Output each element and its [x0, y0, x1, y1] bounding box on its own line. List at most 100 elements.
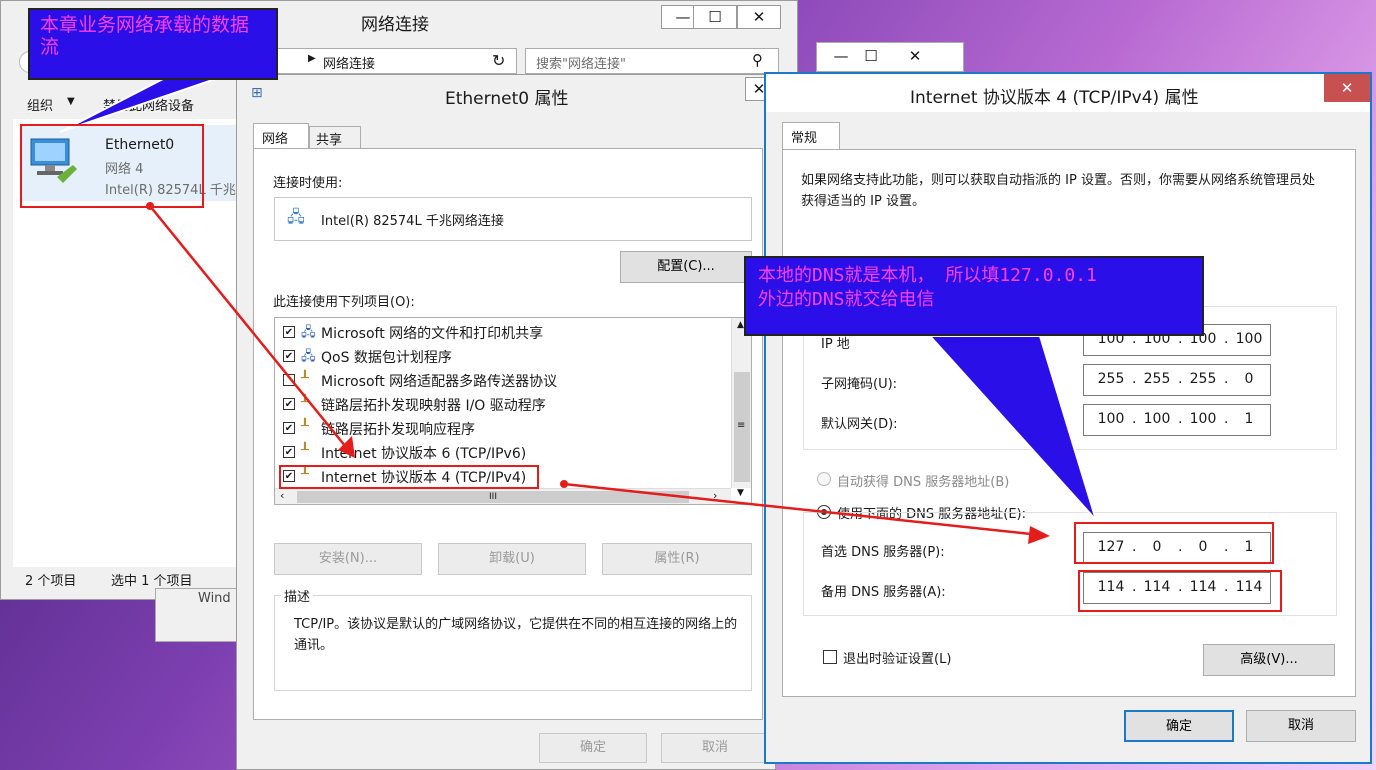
refresh-icon[interactable]: ↻ [492, 51, 505, 70]
background-window: Wind [155, 588, 245, 642]
list-item[interactable]: 🖧 QoS 数据包计划程序 [281, 345, 721, 367]
list-item[interactable]: ┸ Internet 协议版本 6 (TCP/IPv6) [281, 441, 721, 463]
item-checkbox[interactable] [283, 326, 295, 338]
callout2-line1: 本地的DNS就是本机， 所以填127.0.0.1 [758, 265, 1097, 286]
description-group: 描述 TCP/IP。该协议是默认的广域网络协议，它提供在不同的相互连接的网络上的… [274, 586, 752, 691]
description-text: TCP/IP。该协议是默认的广域网络协议，它提供在不同的相互连接的网络上的通讯。 [294, 617, 738, 653]
callout2-line2: 外边的DNS就交给电信 [758, 289, 935, 310]
item-label: 链路层拓扑发现响应程序 [321, 422, 475, 438]
properties-button[interactable]: 属性(R) [602, 543, 752, 575]
breadcrumb-current[interactable]: 网络连接 [323, 53, 375, 72]
scroll-down-icon[interactable]: ▼ [737, 488, 744, 498]
ghost-maximize-button[interactable]: ☐ [849, 45, 893, 69]
advanced-button[interactable]: 高级(V)... [1203, 644, 1335, 676]
alternate-dns-label: 备用 DNS 服务器(A): [821, 585, 946, 600]
ipv4-close-button[interactable]: ✕ [1324, 74, 1370, 102]
highlight-preferred-dns [1074, 522, 1274, 564]
status-item-count: 2 个项目 [25, 574, 77, 589]
disable-device-button[interactable]: 禁用此网络设备 [103, 95, 194, 114]
validate-label: 退出时验证设置(L) [843, 652, 952, 667]
ipv4-ok-button[interactable]: 确定 [1124, 710, 1234, 742]
ip-octet[interactable]: 100 [1096, 411, 1126, 427]
ip-octet[interactable]: 255 [1096, 371, 1126, 387]
item-label: QoS 数据包计划程序 [321, 350, 452, 366]
item-checkbox[interactable] [283, 350, 295, 362]
ip-octet[interactable]: 255 [1142, 371, 1172, 387]
ip-octet[interactable]: 1 [1234, 411, 1264, 427]
ip-octet[interactable]: 100 [1188, 411, 1218, 427]
item-label: 链路层拓扑发现映射器 I/O 驱动程序 [321, 398, 546, 414]
dns-auto-radio[interactable] [817, 472, 831, 486]
close-button[interactable]: ✕ [737, 5, 781, 29]
tab-general[interactable]: 常规 [782, 122, 840, 150]
ip-octet[interactable]: 0 [1234, 371, 1264, 387]
item-checkbox[interactable] [283, 422, 295, 434]
callout1-text: 本章业务网络承载的数据流 [40, 14, 250, 58]
scroll-up-icon[interactable]: ▲ [737, 320, 744, 330]
subnet-mask-field[interactable]: 255. 255. 255. 0 [1083, 364, 1271, 396]
item-label: Microsoft 网络适配器多路传送器协议 [321, 374, 558, 390]
dns-auto-label: 自动获得 DNS 服务器地址(B) [837, 475, 1010, 490]
list-item[interactable]: ┸ Microsoft 网络适配器多路传送器协议 [281, 369, 721, 391]
list-item[interactable]: ┸ 链路层拓扑发现映射器 I/O 驱动程序 [281, 393, 721, 415]
ghost-close-button[interactable]: ✕ [893, 45, 937, 69]
organize-menu[interactable]: 组织 [27, 95, 53, 114]
validate-checkbox[interactable] [823, 650, 837, 664]
gateway-field[interactable]: 100. 100. 100. 1 [1083, 404, 1271, 436]
window-title: 网络连接 [361, 15, 429, 35]
vertical-scrollbar[interactable]: ▲ ≡ ▼ [731, 318, 751, 498]
ip-dot: . [1224, 371, 1229, 387]
ipv4-cancel-button[interactable]: 取消 [1246, 710, 1356, 742]
search-box[interactable]: 搜索"网络连接" ⚲ [525, 48, 779, 74]
scroll-grip-icon: ≡ [737, 420, 746, 431]
cancel-button[interactable]: 取消 [661, 733, 769, 763]
list-item[interactable]: 🖧 Microsoft 网络的文件和打印机共享 [281, 321, 721, 343]
callout-dns-note: 本地的DNS就是本机， 所以填127.0.0.1 外边的DNS就交给电信 [744, 256, 1204, 336]
uninstall-button[interactable]: 卸载(U) [438, 543, 586, 575]
tab-network[interactable]: 网络 [253, 123, 309, 149]
item-label: Microsoft 网络的文件和打印机共享 [321, 326, 544, 342]
item-checkbox[interactable] [283, 446, 295, 458]
highlight-alternate-dns [1078, 570, 1282, 612]
scroll-left-icon[interactable]: ‹ [280, 489, 284, 502]
protocol-icon: ┸ [301, 371, 309, 386]
protocol-icon: ┸ [301, 443, 309, 458]
network-service-icon: 🖧 [301, 349, 316, 364]
connect-using-label: 连接时使用: [273, 176, 343, 191]
callout-business-network: 本章业务网络承载的数据流 [28, 8, 278, 80]
item-checkbox[interactable] [283, 398, 295, 410]
hscroll-thumb[interactable]: III [297, 491, 689, 503]
ghost-window-controls: — ☐ ✕ [816, 42, 964, 72]
adapter-field: 🖧 Intel(R) 82574L 千兆网络连接 [274, 197, 752, 241]
status-selected-count: 选中 1 个项目 [111, 574, 193, 589]
items-label: 此连接使用下列项目(O): [273, 295, 415, 310]
mask-label: 子网掩码(U): [821, 377, 898, 392]
tab-panel: 连接时使用: 🖧 Intel(R) 82574L 千兆网络连接 配置(C)...… [253, 148, 763, 720]
ipv4-tab-panel: 如果网络支持此功能，则可以获取自动指派的 IP 设置。否则，你需要从网络系统管理… [782, 149, 1356, 697]
list-item[interactable]: ┸ 链路层拓扑发现响应程序 [281, 417, 721, 439]
highlight-ipv4-item [279, 465, 539, 489]
ip-octet[interactable]: 100 [1142, 411, 1172, 427]
ip-dot: . [1132, 371, 1137, 387]
address-bar[interactable]: et ▶ 网络连接 ↻ [237, 48, 517, 74]
horizontal-scrollbar[interactable]: ‹ III › [275, 488, 731, 504]
breadcrumb-separator-icon: ▶ [308, 53, 316, 64]
ip-octet[interactable]: 100 [1234, 331, 1264, 347]
ipv4-title-bar: Internet 协议版本 4 (TCP/IPv4) 属性 ✕ [766, 74, 1370, 112]
configure-button[interactable]: 配置(C)... [620, 251, 752, 283]
maximize-button[interactable]: ☐ [693, 5, 737, 29]
install-button[interactable]: 安装(N)... [274, 543, 422, 575]
ip-dot: . [1132, 411, 1137, 427]
ipv4-intro-text: 如果网络支持此功能，则可以获取自动指派的 IP 设置。否则，你需要从网络系统管理… [801, 173, 1315, 209]
ip-octet[interactable]: 255 [1188, 371, 1218, 387]
description-title: 描述 [281, 586, 314, 605]
item-checkbox[interactable] [283, 374, 295, 386]
highlight-ethernet0 [20, 124, 204, 208]
search-input[interactable]: 搜索"网络连接" [536, 53, 626, 72]
ip-dot: . [1178, 371, 1183, 387]
scroll-right-icon[interactable]: › [713, 489, 717, 502]
search-icon[interactable]: ⚲ [752, 51, 763, 69]
tab-sharing[interactable]: 共享 [309, 126, 361, 149]
ok-button[interactable]: 确定 [539, 733, 647, 763]
item-label: Internet 协议版本 6 (TCP/IPv6) [321, 446, 527, 462]
